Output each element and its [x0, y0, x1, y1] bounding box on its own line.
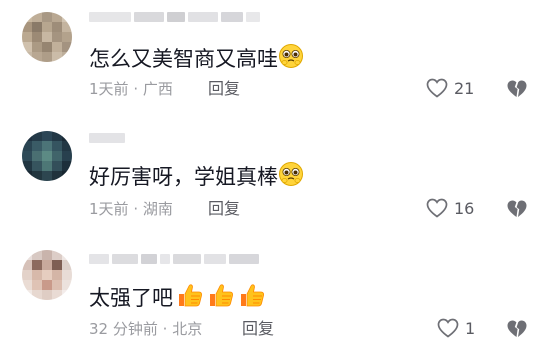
comment-text: 好厉害呀，学姐真棒: [89, 161, 304, 193]
avatar[interactable]: [22, 250, 72, 300]
comment-text: 太强了吧: [89, 282, 266, 314]
meta-separator: ·: [133, 80, 139, 98]
reply-button[interactable]: 回复: [208, 199, 240, 219]
heart-outline-icon: [426, 78, 448, 98]
dislike-button[interactable]: [506, 79, 528, 103]
avatar[interactable]: [22, 131, 72, 181]
like-count: 16: [454, 198, 475, 218]
comment-location: 湖南: [142, 200, 173, 218]
comment-body: 好厉害呀，学姐真棒: [89, 165, 278, 189]
thumbs-up-emoji-icon: [238, 282, 266, 314]
comment-text: 怎么又美智商又高哇: [89, 43, 304, 75]
avatar[interactable]: [22, 12, 72, 62]
meta-separator: ·: [133, 200, 139, 218]
username-blurred[interactable]: [89, 132, 125, 144]
comment-body: 太强了吧: [89, 286, 173, 310]
comment-item: 太强了吧 32 分钟前 · 北京 回复 1: [0, 235, 550, 354]
thumbs-up-emoji-icon: [207, 282, 235, 314]
dislike-button[interactable]: [506, 319, 528, 343]
like-count: 1: [465, 318, 476, 338]
dislike-button[interactable]: [506, 199, 528, 223]
like-count: 21: [454, 78, 475, 98]
like-button[interactable]: 1: [437, 318, 475, 338]
reply-button[interactable]: 回复: [208, 79, 240, 99]
username-blurred[interactable]: [89, 253, 259, 265]
comment-item: 怎么又美智商又高哇 1天前 · 广西 回复 21: [0, 0, 550, 115]
crying-face-emoji-icon: [278, 161, 304, 193]
broken-heart-icon: [507, 80, 527, 97]
reply-button[interactable]: 回复: [242, 319, 274, 339]
broken-heart-icon: [507, 200, 527, 217]
thumbs-up-emoji-icon: [176, 282, 204, 314]
comment-time: 1天前: [89, 80, 129, 98]
crying-face-emoji-icon: [278, 43, 304, 75]
comment-meta: 1天前 · 湖南: [89, 199, 173, 219]
like-button[interactable]: 16: [426, 198, 474, 218]
comment-item: 好厉害呀，学姐真棒 1天前 · 湖南 回复 16: [0, 115, 550, 235]
comment-time: 1天前: [89, 200, 129, 218]
like-button[interactable]: 21: [426, 78, 474, 98]
comment-location: 北京: [172, 320, 203, 338]
comment-meta: 1天前 · 广西: [89, 79, 173, 99]
broken-heart-icon: [507, 320, 527, 337]
comment-time: 32 分钟前: [89, 320, 158, 338]
username-blurred[interactable]: [89, 11, 260, 23]
comment-body: 怎么又美智商又高哇: [89, 47, 278, 71]
meta-separator: ·: [162, 320, 168, 338]
heart-outline-icon: [437, 318, 459, 338]
comment-meta: 32 分钟前 · 北京: [89, 319, 202, 339]
heart-outline-icon: [426, 198, 448, 218]
comment-location: 广西: [142, 80, 173, 98]
comment-list: 怎么又美智商又高哇 1天前 · 广西 回复 21 好厉害呀，学姐真棒 1天前 ·…: [0, 0, 550, 354]
